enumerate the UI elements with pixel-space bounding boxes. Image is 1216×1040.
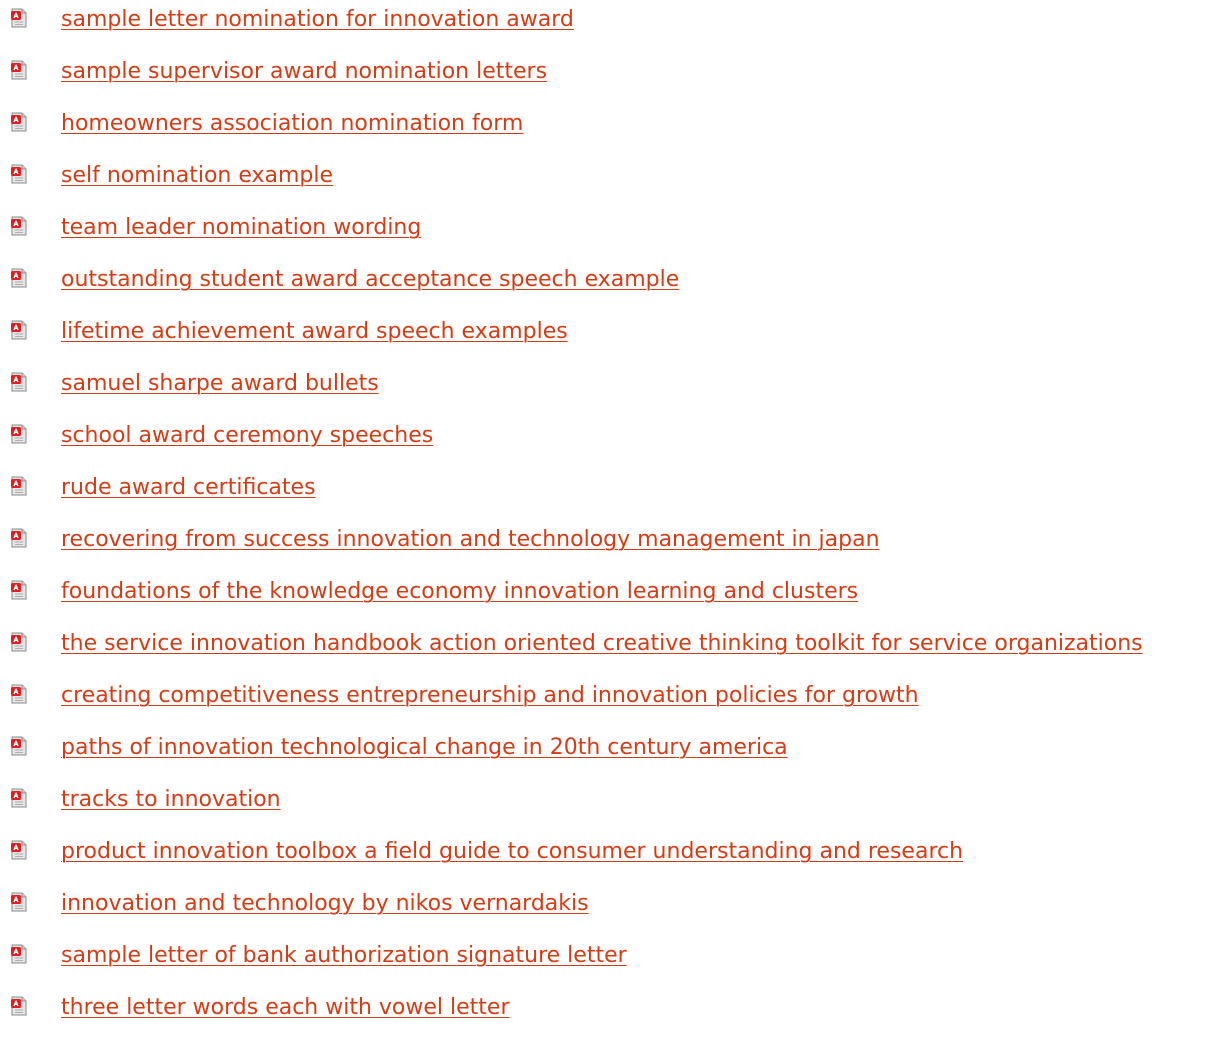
document-link[interactable]: paths of innovation technological change…: [61, 734, 788, 762]
document-link[interactable]: homeowners association nomination form: [61, 110, 523, 138]
list-item: school award ceremony speeches: [0, 416, 1216, 468]
pdf-document-icon: [10, 684, 28, 704]
document-link-list: sample letter nomination for innovation …: [0, 0, 1216, 1040]
list-item: product innovation toolbox a field guide…: [0, 832, 1216, 884]
pdf-document-icon: [10, 892, 28, 912]
pdf-document-icon: [10, 788, 28, 808]
document-link[interactable]: rude award certificates: [61, 474, 316, 502]
list-item: rude award certificates: [0, 468, 1216, 520]
list-item: sample letter nomination for innovation …: [0, 0, 1216, 52]
list-item: lifetime achievement award speech exampl…: [0, 312, 1216, 364]
document-link[interactable]: lifetime achievement award speech exampl…: [61, 318, 568, 346]
document-link[interactable]: school award ceremony speeches: [61, 422, 433, 450]
document-link[interactable]: sample letter of bank authorization sign…: [61, 942, 627, 970]
document-link[interactable]: sample supervisor award nomination lette…: [61, 58, 547, 86]
list-item: innovation and technology by nikos verna…: [0, 884, 1216, 936]
pdf-document-icon: [10, 320, 28, 340]
document-link[interactable]: the service innovation handbook action o…: [61, 630, 1143, 658]
pdf-document-icon: [10, 8, 28, 28]
document-link[interactable]: team leader nomination wording: [61, 214, 421, 242]
pdf-document-icon: [10, 944, 28, 964]
list-item: outstanding student award acceptance spe…: [0, 260, 1216, 312]
pdf-document-icon: [10, 60, 28, 80]
list-item: samuel sharpe award bullets: [0, 364, 1216, 416]
list-item: sample letter of bank authorization sign…: [0, 936, 1216, 988]
list-item: homeowners association nomination form: [0, 104, 1216, 156]
document-link[interactable]: samuel sharpe award bullets: [61, 370, 379, 398]
list-item: foundations of the knowledge economy inn…: [0, 572, 1216, 624]
list-item: tracks to innovation: [0, 780, 1216, 832]
pdf-document-icon: [10, 164, 28, 184]
pdf-document-icon: [10, 424, 28, 444]
pdf-document-icon: [10, 736, 28, 756]
document-link[interactable]: sample letter nomination for innovation …: [61, 6, 574, 34]
document-link[interactable]: foundations of the knowledge economy inn…: [61, 578, 858, 606]
pdf-document-icon: [10, 996, 28, 1016]
list-item: recovering from success innovation and t…: [0, 520, 1216, 572]
pdf-document-icon: [10, 580, 28, 600]
document-link[interactable]: product innovation toolbox a field guide…: [61, 838, 963, 866]
document-link[interactable]: creating competitiveness entrepreneurshi…: [61, 682, 919, 710]
document-link[interactable]: outstanding student award acceptance spe…: [61, 266, 679, 294]
pdf-document-icon: [10, 216, 28, 236]
document-link[interactable]: recovering from success innovation and t…: [61, 526, 880, 554]
pdf-document-icon: [10, 632, 28, 652]
document-link[interactable]: three letter words each with vowel lette…: [61, 994, 510, 1022]
document-link[interactable]: self nomination example: [61, 162, 333, 190]
pdf-document-icon: [10, 372, 28, 392]
pdf-document-icon: [10, 476, 28, 496]
list-item: the service innovation handbook action o…: [0, 624, 1216, 676]
list-item: self nomination example: [0, 156, 1216, 208]
list-item: paths of innovation technological change…: [0, 728, 1216, 780]
document-link[interactable]: tracks to innovation: [61, 786, 281, 814]
pdf-document-icon: [10, 528, 28, 548]
list-item: creating competitiveness entrepreneurshi…: [0, 676, 1216, 728]
document-link[interactable]: innovation and technology by nikos verna…: [61, 890, 589, 918]
pdf-document-icon: [10, 112, 28, 132]
list-item: three letter words each with vowel lette…: [0, 988, 1216, 1040]
list-item: sample supervisor award nomination lette…: [0, 52, 1216, 104]
list-item: team leader nomination wording: [0, 208, 1216, 260]
pdf-document-icon: [10, 840, 28, 860]
pdf-document-icon: [10, 268, 28, 288]
